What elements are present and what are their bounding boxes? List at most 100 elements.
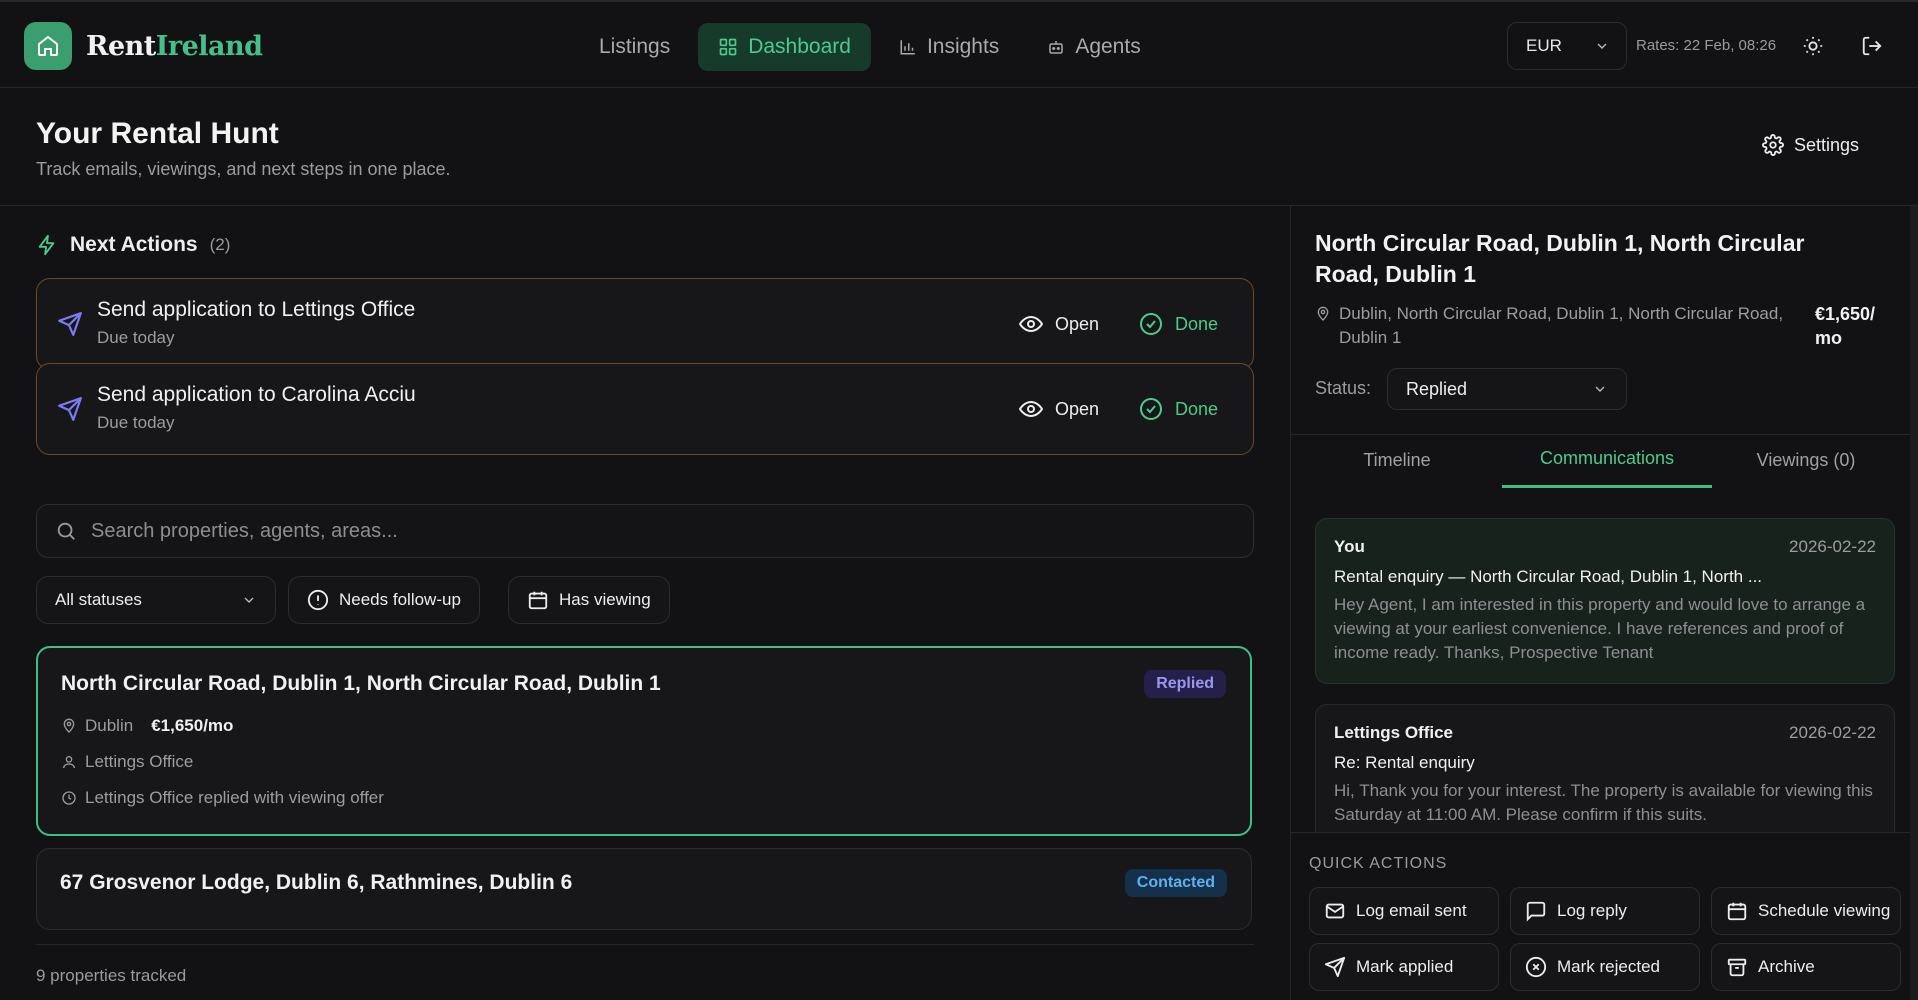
message-sender: You	[1334, 537, 1365, 556]
schedule-viewing-button[interactable]: Schedule viewing	[1711, 887, 1901, 935]
status-label: Status:	[1315, 378, 1372, 398]
app-logo[interactable]: RentIreland	[24, 22, 263, 70]
mark-applied-button[interactable]: Mark applied	[1309, 943, 1499, 991]
property-card[interactable]: 67 Grosvenor Lodge, Dublin 6, Rathmines,…	[36, 848, 1252, 930]
next-action-title: Send application to Carolina Acciu	[97, 383, 416, 406]
needs-follow-up-filter[interactable]: Needs follow-up	[288, 576, 480, 624]
tab-communications[interactable]: Communications	[1502, 448, 1712, 469]
archive-button[interactable]: Archive	[1711, 943, 1901, 991]
eye-icon	[1019, 397, 1043, 421]
open-action-button[interactable]: Open	[1019, 312, 1099, 336]
status-filter-select[interactable]: All statuses	[36, 576, 276, 624]
settings-button[interactable]: Settings	[1762, 134, 1859, 156]
settings-label: Settings	[1794, 134, 1860, 155]
status-select[interactable]: Replied	[1387, 368, 1627, 410]
tab-viewings[interactable]: Viewings (0)	[1701, 450, 1911, 471]
tab-timeline[interactable]: Timeline	[1292, 450, 1502, 471]
done-action-button[interactable]: Done	[1139, 312, 1218, 336]
search-icon	[55, 520, 77, 542]
exchange-rates-timestamp: Rates: 22 Feb, 08:26	[1636, 37, 1777, 54]
nav-listings[interactable]: Listings	[579, 23, 690, 71]
open-label: Open	[1055, 313, 1100, 334]
quick-actions-label: QUICK ACTIONS	[1309, 855, 1448, 872]
calendar-icon	[527, 589, 549, 611]
search-input[interactable]	[91, 519, 1191, 543]
main-nav: Listings Dashboard Insights Agents	[579, 23, 1161, 71]
archive-label: Archive	[1758, 957, 1815, 976]
quick-actions: QUICK ACTIONS Log email sent Log reply S…	[1291, 832, 1911, 1000]
message-card[interactable]: Lettings Office 2026-02-22 Re: Rental en…	[1315, 704, 1895, 832]
detail-address: Dublin, North Circular Road, Dublin 1, N…	[1339, 304, 1784, 347]
property-agent: Lettings Office	[85, 752, 194, 771]
top-bar: RentIreland Listings Dashboard Insights …	[0, 0, 1918, 88]
nav-dashboard[interactable]: Dashboard	[698, 23, 871, 71]
x-circle-icon	[1525, 956, 1547, 978]
page-subtitle: Track emails, viewings, and next steps i…	[36, 159, 451, 179]
communications-list[interactable]: You 2026-02-22 Rental enquiry — North Ci…	[1291, 502, 1911, 832]
page-header: Your Rental Hunt Track emails, viewings,…	[0, 88, 1918, 206]
left-panel: Next Actions (2) Send application to Let…	[0, 206, 1290, 1000]
log-reply-label: Log reply	[1557, 901, 1627, 920]
map-pin-icon	[1315, 302, 1331, 350]
chevron-down-icon	[1594, 38, 1610, 54]
message-card[interactable]: You 2026-02-22 Rental enquiry — North Ci…	[1315, 518, 1895, 684]
lightning-icon	[36, 234, 58, 256]
currency-select[interactable]: EUR	[1507, 22, 1627, 70]
property-title: 67 Grosvenor Lodge, Dublin 6, Rathmines,…	[60, 871, 573, 894]
property-agent-row: Lettings Office	[61, 752, 193, 772]
detail-title: North Circular Road, Dublin 1, North Cir…	[1315, 230, 1805, 287]
has-viewing-filter[interactable]: Has viewing	[508, 576, 670, 624]
property-title: North Circular Road, Dublin 1, North Cir…	[61, 672, 661, 695]
message-body: Hi, Thank you for your interest. The pro…	[1334, 781, 1873, 824]
bot-icon	[1047, 38, 1065, 56]
brand-name: RentIreland	[86, 30, 263, 62]
search-bar	[36, 504, 1254, 558]
done-action-button[interactable]: Done	[1139, 397, 1218, 421]
next-action-due: Due today	[97, 328, 175, 347]
message-body: Hey Agent, I am interested in this prope…	[1334, 595, 1866, 662]
map-pin-icon	[61, 718, 77, 734]
check-circle-icon	[1139, 312, 1163, 336]
eye-icon	[1019, 312, 1043, 336]
message-sender: Lettings Office	[1334, 723, 1454, 742]
status-badge: Contacted	[1124, 869, 1227, 897]
user-icon	[61, 754, 77, 770]
logout-icon	[1861, 35, 1883, 57]
detail-price: €1,650/ mo	[1815, 304, 1876, 348]
scrollbar[interactable]	[1910, 206, 1918, 1000]
nav-agents[interactable]: Agents	[1027, 23, 1160, 71]
chevron-down-icon	[241, 592, 257, 608]
message-subject: Rental enquiry — North Circular Road, Du…	[1334, 567, 1763, 586]
sun-icon	[1802, 35, 1824, 57]
property-area: Dublin	[85, 716, 134, 735]
property-location-row: Dublin €1,650/mo	[61, 716, 233, 736]
property-card[interactable]: North Circular Road, Dublin 1, North Cir…	[36, 646, 1252, 836]
clock-icon	[61, 790, 77, 806]
log-reply-button[interactable]: Log reply	[1510, 887, 1700, 935]
mail-icon	[1324, 900, 1346, 922]
bar-chart-icon	[899, 38, 917, 56]
archive-icon	[1726, 956, 1748, 978]
has-viewing-label: Has viewing	[559, 590, 651, 609]
next-actions-count: (2)	[209, 235, 231, 254]
divider	[36, 944, 1254, 945]
message-date: 2026-02-22	[1789, 537, 1876, 556]
message-date: 2026-02-22	[1789, 723, 1876, 742]
send-icon	[57, 396, 83, 422]
detail-address-row: Dublin, North Circular Road, Dublin 1, N…	[1315, 302, 1785, 350]
mark-rejected-label: Mark rejected	[1557, 957, 1660, 976]
currency-value: EUR	[1526, 36, 1562, 55]
gear-icon	[1762, 134, 1784, 156]
theme-toggle-button[interactable]	[1799, 32, 1827, 60]
nav-insights[interactable]: Insights	[879, 23, 1019, 71]
mark-rejected-button[interactable]: Mark rejected	[1510, 943, 1700, 991]
next-actions-header: Next Actions (2)	[36, 233, 230, 257]
next-action-card: Send application to Carolina Acciu Due t…	[36, 363, 1254, 455]
open-action-button[interactable]: Open	[1019, 397, 1099, 421]
log-email-sent-button[interactable]: Log email sent	[1309, 887, 1499, 935]
message-subject: Re: Rental enquiry	[1334, 753, 1475, 772]
status-badge: Replied	[1144, 670, 1226, 698]
logout-button[interactable]	[1858, 32, 1886, 60]
next-action-due: Due today	[97, 413, 175, 432]
message-square-icon	[1525, 900, 1547, 922]
